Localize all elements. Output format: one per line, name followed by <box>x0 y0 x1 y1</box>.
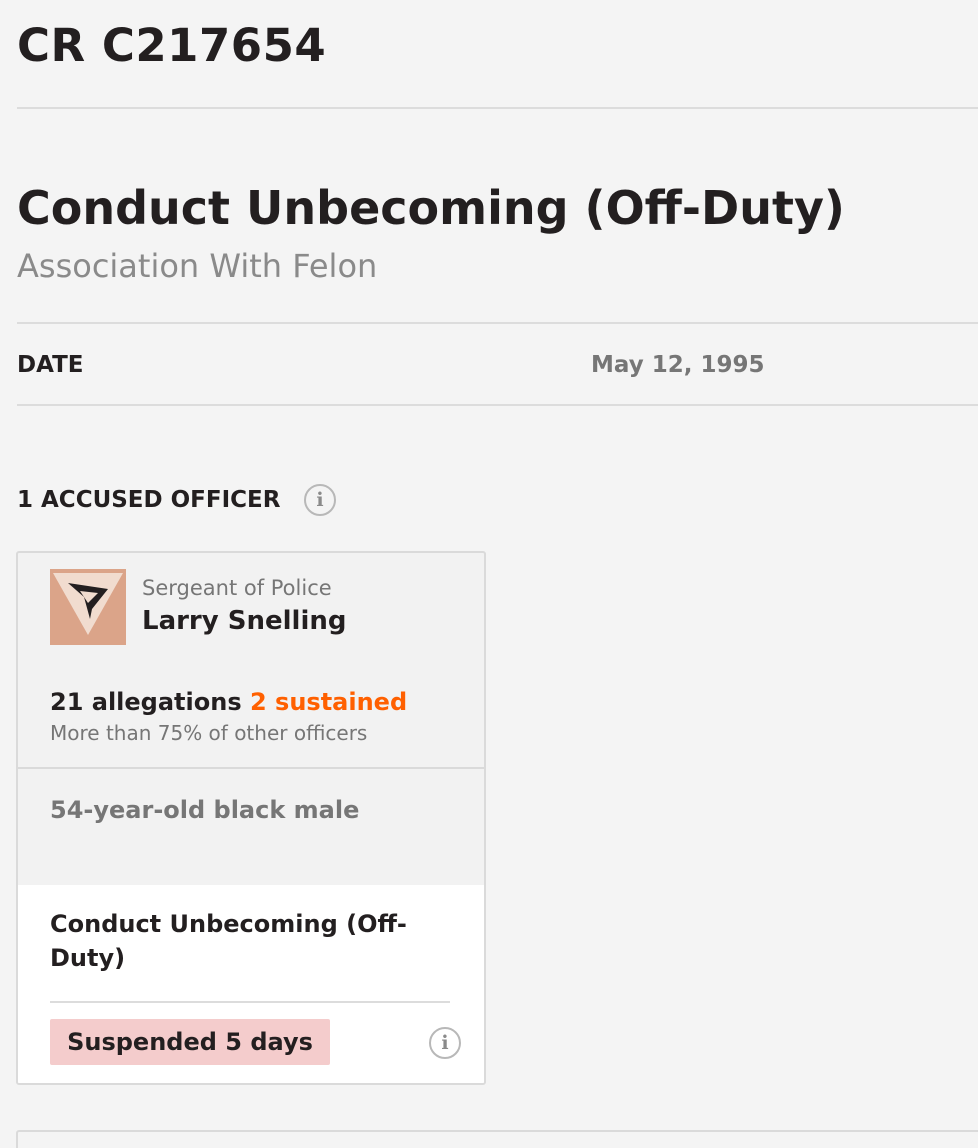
divider <box>17 322 978 324</box>
sustained-count: 2 sustained <box>249 688 408 716</box>
officer-link[interactable]: Sergeant of Police Larry Snelling 21 all… <box>18 553 484 769</box>
officer-rank: Sergeant of Police <box>142 576 332 600</box>
allegation-details: Conduct Unbecoming (Off-Duty) Suspended … <box>18 885 484 1083</box>
officer-avatar <box>50 569 126 645</box>
card-divider <box>18 767 484 769</box>
info-icon[interactable]: i <box>429 1027 461 1059</box>
complaint-category: Conduct Unbecoming (Off-Duty) <box>17 181 845 235</box>
allegations-count-text: 21 allegations <box>50 688 242 716</box>
complaint-subcategory: Association With Felon <box>17 247 378 285</box>
next-section-panel <box>16 1130 978 1148</box>
date-value: May 12, 1995 <box>591 352 765 378</box>
info-icon[interactable]: i <box>304 484 336 516</box>
allegation-count: 21 allegations 2 sustained <box>50 685 407 719</box>
divider <box>50 1001 450 1003</box>
complaint-page: CR C217654 Conduct Unbecoming (Off-Duty)… <box>0 0 978 1148</box>
divider <box>17 107 978 109</box>
page-title: CR C217654 <box>17 19 327 72</box>
accused-officers-title: 1 ACCUSED OFFICER <box>17 487 281 513</box>
date-label: DATE <box>17 352 84 378</box>
officer-demographic: 54-year-old black male <box>50 796 360 824</box>
allegation-category: Conduct Unbecoming (Off-Duty) <box>50 910 407 972</box>
officer-radar-icon <box>53 573 123 635</box>
officer-percentile: More than 75% of other officers <box>50 721 368 745</box>
accused-officer-card: Sergeant of Police Larry Snelling 21 all… <box>16 551 486 1085</box>
divider <box>17 404 978 406</box>
outcome-badge: Suspended 5 days <box>50 1019 330 1065</box>
officer-name: Larry Snelling <box>142 606 347 636</box>
